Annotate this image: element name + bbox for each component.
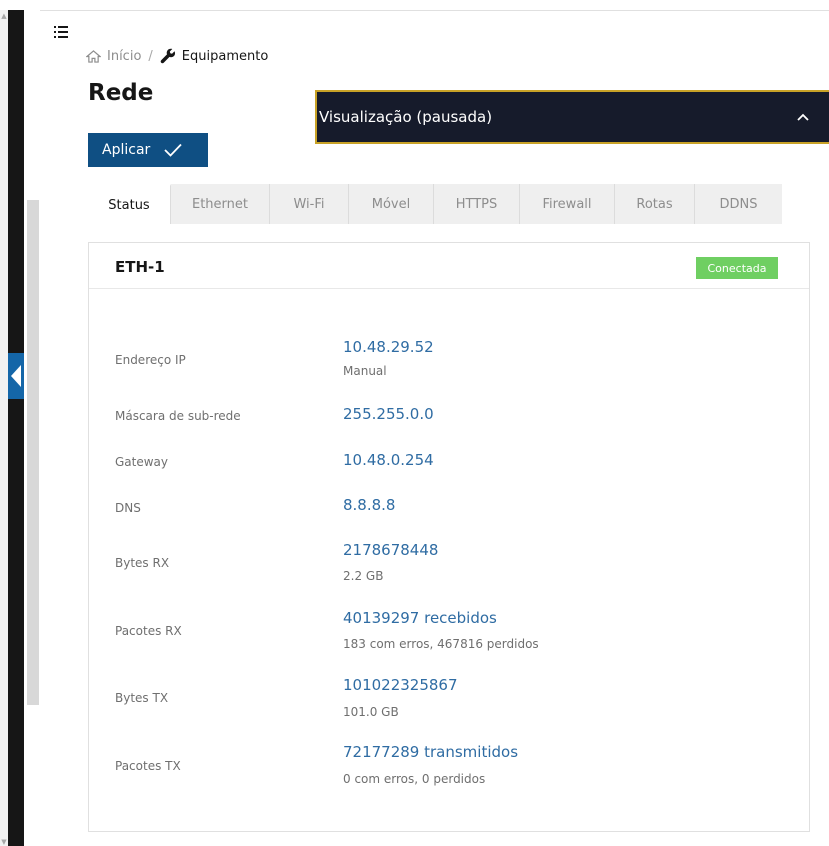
packets-tx-value: 72177289 transmitidos [343, 743, 519, 761]
packets-rx-label: Pacotes RX [115, 624, 182, 638]
sidebar-collapsed [8, 10, 24, 846]
scroll-down-icon[interactable]: ▼ [0, 838, 8, 846]
chevron-up-icon[interactable] [797, 113, 809, 121]
sidebar-toggle-button[interactable] [8, 353, 24, 399]
bytes-tx-label: Bytes TX [115, 691, 169, 705]
chevron-left-icon [11, 365, 21, 387]
ip-mode: Manual [343, 364, 387, 378]
tab-rotas[interactable]: Rotas [615, 184, 695, 224]
interface-card-header: ETH-1 Conectada [89, 243, 809, 289]
apply-button[interactable]: Aplicar [88, 133, 208, 167]
checkmark-icon [164, 143, 182, 157]
scroll-up-icon[interactable]: ▲ [0, 12, 8, 20]
bytes-rx-label: Bytes RX [115, 556, 170, 570]
packets-rx-errors: 183 com erros, 467816 perdidos [343, 637, 539, 651]
bytes-tx-value: 101022325867 [343, 676, 458, 694]
content-scroll-thumb[interactable] [27, 200, 39, 705]
dns-value: 8.8.8.8 [343, 496, 396, 514]
bytes-rx-value: 2178678448 [343, 541, 439, 559]
packets-tx-label: Pacotes TX [115, 759, 181, 773]
netmask-label: Máscara de sub-rede [115, 409, 241, 423]
tab-https[interactable]: HTTPS [434, 184, 520, 224]
gateway-value: 10.48.0.254 [343, 451, 434, 469]
preview-panel-header[interactable]: Visualização (pausada) [315, 90, 829, 144]
wrench-icon [160, 48, 175, 64]
tab-ethernet[interactable]: Ethernet [171, 184, 270, 224]
ip-value: 10.48.29.52 [343, 338, 434, 356]
apply-button-label: Aplicar [102, 142, 151, 158]
interface-card: ETH-1 Conectada Endereço IP 10.48.29.52 … [88, 242, 810, 832]
dns-label: DNS [115, 501, 141, 515]
interface-name: ETH-1 [115, 258, 165, 276]
page-title: Rede [88, 80, 154, 106]
tab-ddns[interactable]: DDNS [695, 184, 782, 224]
tab-firewall[interactable]: Firewall [520, 184, 615, 224]
bytes-tx-size: 101.0 GB [343, 705, 399, 719]
ip-label: Endereço IP [115, 353, 186, 367]
preview-title: Visualização (pausada) [319, 108, 493, 126]
packets-rx-value: 40139297 recebidos [343, 609, 497, 627]
status-badge: Conectada [696, 257, 778, 279]
breadcrumb-home-link[interactable]: Início [107, 49, 141, 64]
window-scrollbar[interactable]: ▲ ▼ [0, 10, 8, 846]
netmask-value: 255.255.0.0 [343, 405, 434, 423]
gateway-label: Gateway [115, 455, 169, 469]
tab-movel[interactable]: Móvel [349, 184, 434, 224]
packets-tx-errors: 0 com erros, 0 perdidos [343, 772, 486, 786]
bytes-rx-size: 2.2 GB [343, 569, 384, 583]
breadcrumb: Início / Equipamento [86, 46, 268, 66]
home-icon [86, 49, 101, 63]
tab-bar: Status Ethernet Wi-Fi Móvel HTTPS Firewa… [88, 184, 782, 224]
tab-status[interactable]: Status [88, 184, 171, 224]
breadcrumb-separator: / [148, 48, 153, 64]
menu-icon[interactable] [54, 26, 68, 38]
breadcrumb-current: Equipamento [181, 48, 269, 64]
top-divider [40, 10, 829, 11]
tab-wifi[interactable]: Wi-Fi [270, 184, 349, 224]
